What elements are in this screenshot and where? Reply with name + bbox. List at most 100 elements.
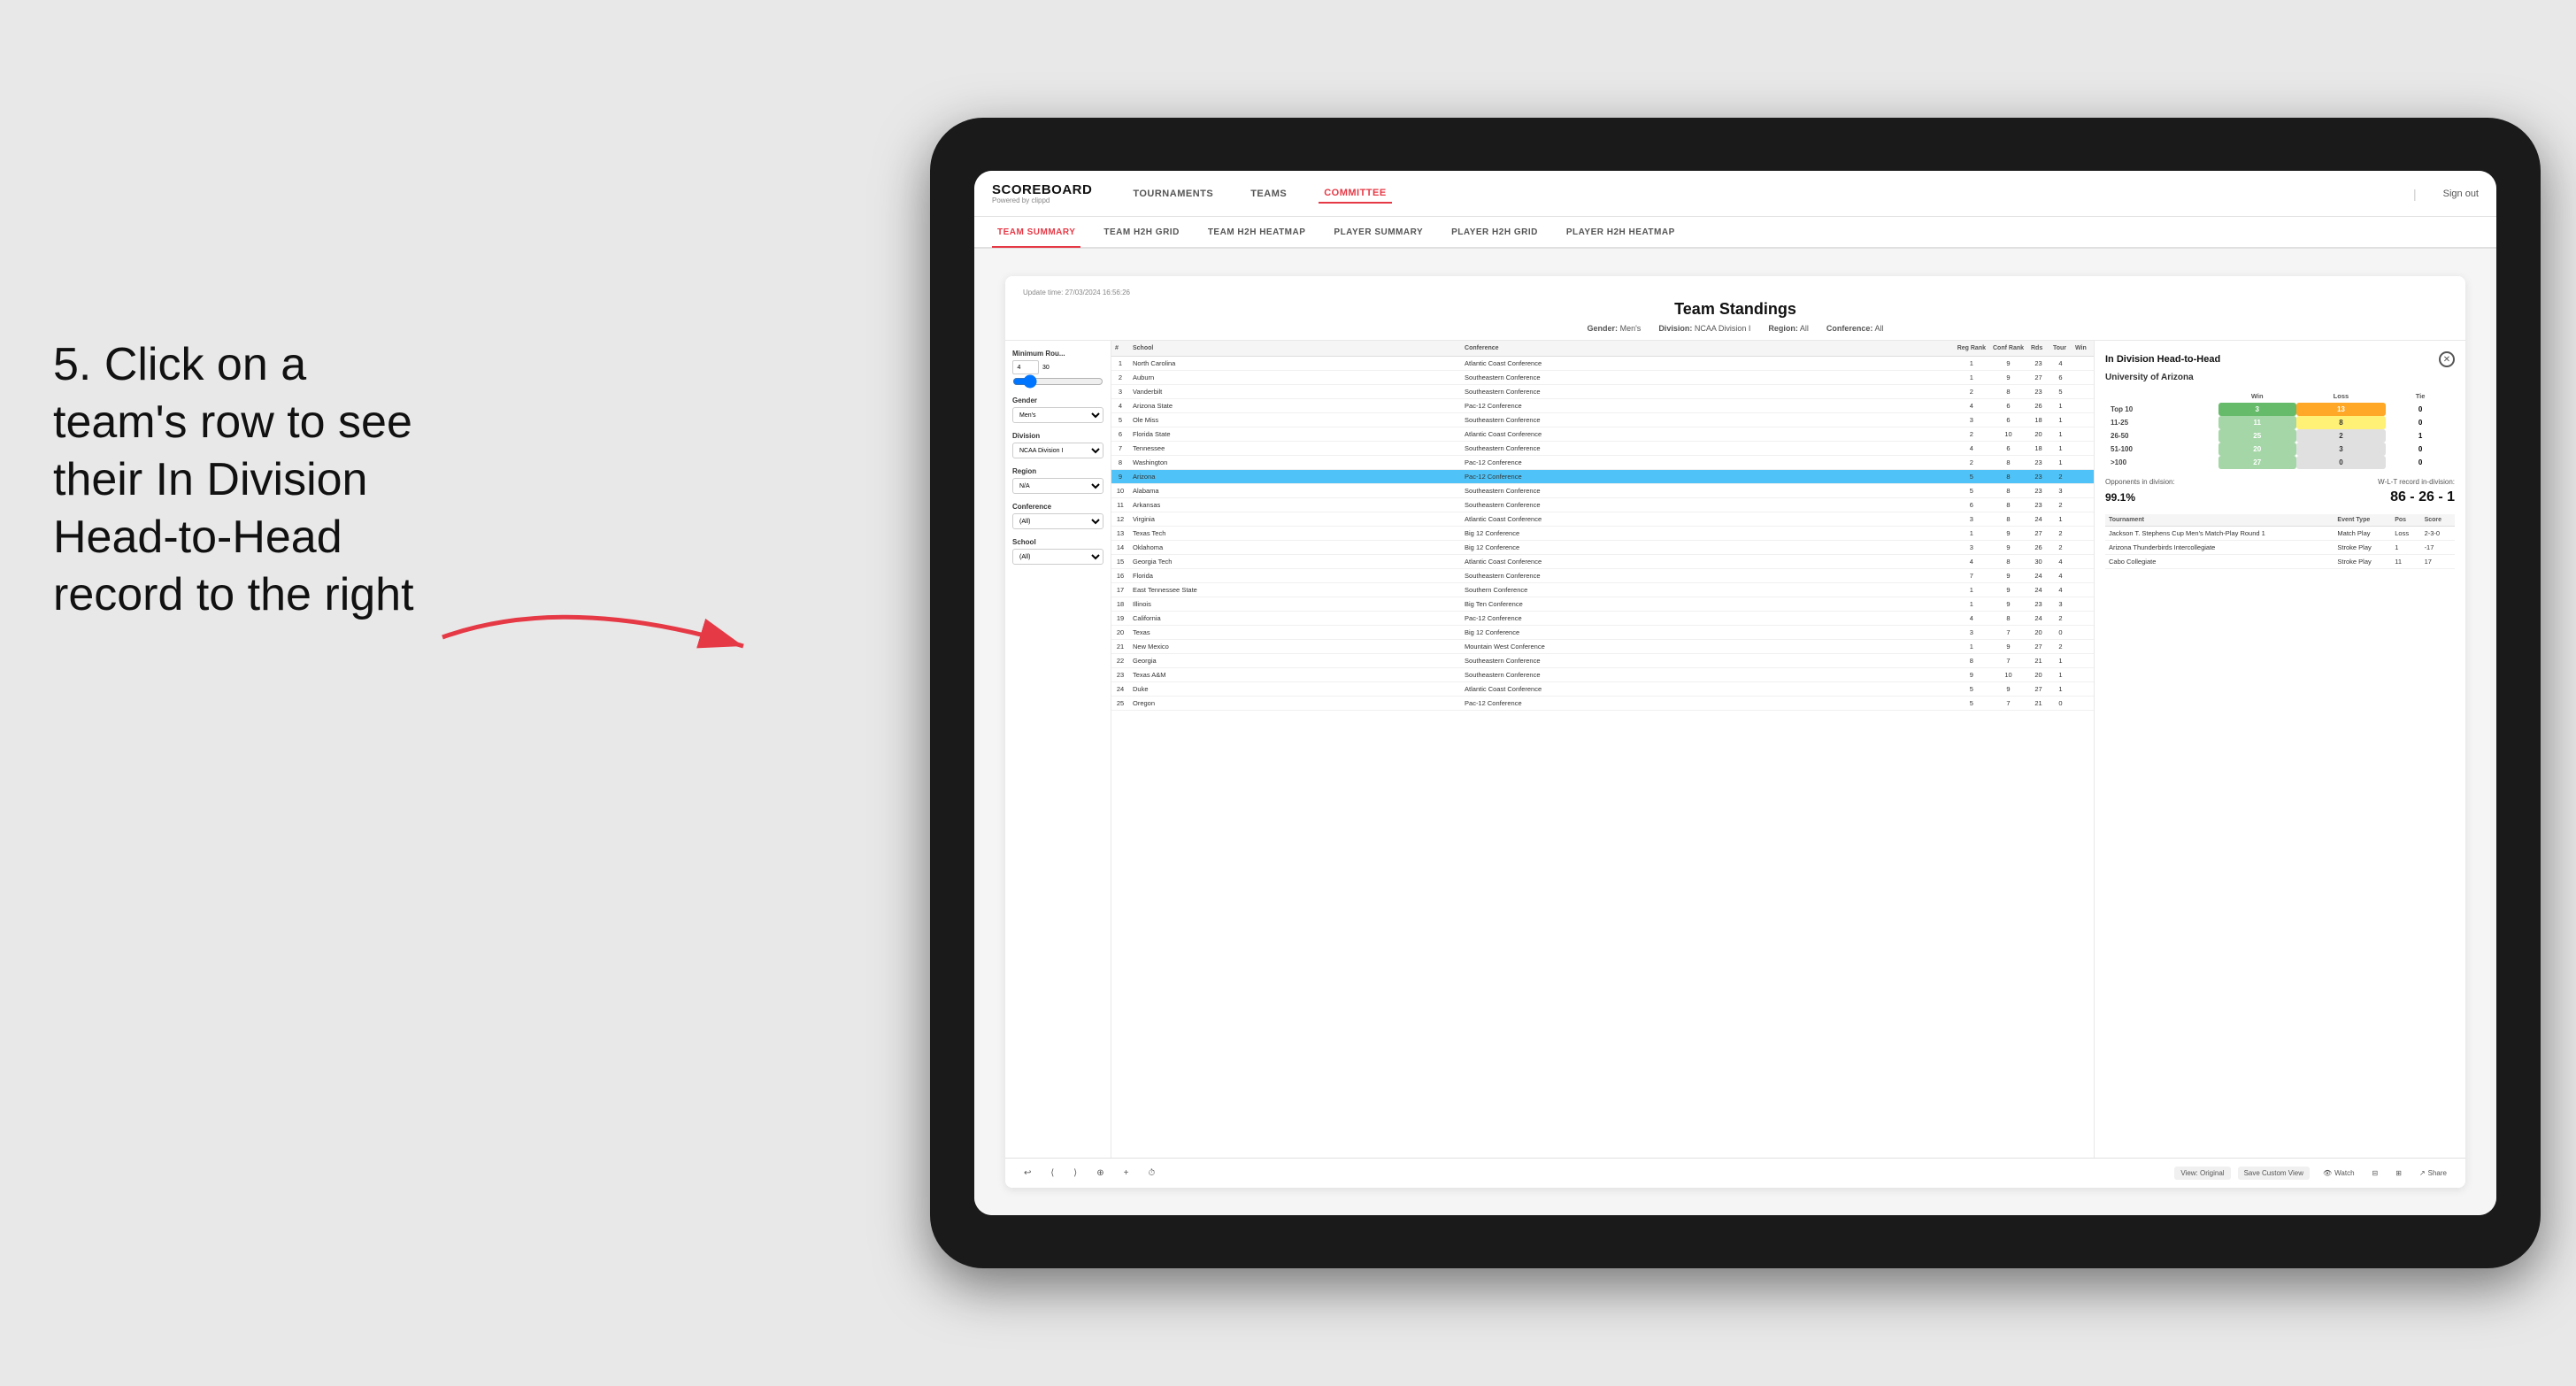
sub-nav-player-h2h-grid[interactable]: PLAYER H2H GRID (1446, 217, 1543, 247)
update-time: Update time: 27/03/2024 16:56:26 (1023, 289, 2448, 296)
sub-nav-player-h2h-heatmap[interactable]: PLAYER H2H HEATMAP (1561, 217, 1680, 247)
table-row[interactable]: 10 Alabama Southeastern Conference 5 8 2… (1111, 484, 2094, 498)
table-row[interactable]: 20 Texas Big 12 Conference 3 7 20 0 (1111, 626, 2094, 640)
sub-nav-player-summary[interactable]: PLAYER SUMMARY (1328, 217, 1428, 247)
save-custom-label: Save Custom View (2244, 1169, 2303, 1177)
h2h-breakdown-table: Win Loss Tie Top 10 3 13 0 11-25 11 8 (2105, 389, 2455, 469)
min-rounds-slider[interactable] (1012, 377, 1103, 386)
panel-body: Minimum Rou... 30 Gender Men's (1005, 341, 2465, 1158)
annotation-text: 5. Click on a team's row to see their In… (53, 336, 425, 624)
table-row[interactable]: 5 Ole Miss Southeastern Conference 3 6 1… (1111, 413, 2094, 427)
table-row[interactable]: 15 Georgia Tech Atlantic Coast Conferenc… (1111, 555, 2094, 569)
table-row[interactable]: 19 California Pac-12 Conference 4 8 24 2 (1111, 612, 2094, 626)
add-button[interactable]: + (1118, 1166, 1135, 1181)
gender-select[interactable]: Men's (1012, 407, 1103, 423)
watch-button[interactable]: 👁 Watch (2317, 1167, 2361, 1180)
share-button[interactable]: ↗ Share (2413, 1167, 2453, 1180)
table-row[interactable]: 16 Florida Southeastern Conference 7 9 2… (1111, 569, 2094, 583)
clock-button[interactable]: ⏱ (1142, 1166, 1161, 1181)
table-row[interactable]: 14 Oklahoma Big 12 Conference 3 9 26 2 (1111, 541, 2094, 555)
wlt-label: W-L-T record in-division: (2378, 478, 2455, 486)
col-reg-rank: Reg Rank (1954, 341, 1989, 357)
col-school: School (1129, 341, 1461, 357)
t-col-type: Event Type (2334, 514, 2391, 527)
table-row[interactable]: 22 Georgia Southeastern Conference 8 7 2… (1111, 654, 2094, 668)
panel-header: Update time: 27/03/2024 16:56:26 Team St… (1005, 276, 2465, 341)
table-row[interactable]: 12 Virginia Atlantic Coast Conference 3 … (1111, 512, 2094, 527)
h2h-col-tie: Tie (2386, 389, 2455, 403)
table-row[interactable]: 6 Florida State Atlantic Coast Conferenc… (1111, 427, 2094, 442)
nav-teams[interactable]: TEAMS (1245, 185, 1292, 203)
opponents-pct-value: 99.1% (2105, 491, 2135, 504)
wlt-value: 86 - 26 - 1 (2390, 489, 2455, 505)
table-row[interactable]: 13 Texas Tech Big 12 Conference 1 9 27 2 (1111, 527, 2094, 541)
sign-out-link[interactable]: Sign out (2443, 189, 2479, 199)
col-rank: # (1111, 341, 1129, 357)
h2h-row: 26-50 25 2 1 (2105, 429, 2455, 443)
table-row[interactable]: 2 Auburn Southeastern Conference 1 9 27 … (1111, 371, 2094, 385)
table-row[interactable]: 3 Vanderbilt Southeastern Conference 2 8… (1111, 385, 2094, 399)
more-options-button[interactable]: ⊟ (2366, 1167, 2385, 1180)
h2h-col-loss: Loss (2296, 389, 2386, 403)
table-row[interactable]: 24 Duke Atlantic Coast Conference 5 9 27… (1111, 682, 2094, 697)
t-col-score: Score (2421, 514, 2455, 527)
table-row[interactable]: 9 Arizona Pac-12 Conference 5 8 23 2 (1111, 470, 2094, 484)
sub-nav-team-summary[interactable]: TEAM SUMMARY (992, 218, 1080, 248)
nav-committee[interactable]: COMMITTEE (1319, 184, 1392, 204)
region-select[interactable]: N/A (1012, 478, 1103, 494)
outer-container: 5. Click on a team's row to see their In… (0, 0, 2576, 1386)
conference-filter-display: Conference: All (1826, 324, 1884, 333)
tournament-row: Jackson T. Stephens Cup Men's Match-Play… (2105, 527, 2455, 541)
standings-table: # School Conference Reg Rank Conf Rank R… (1111, 341, 2094, 711)
logo-area: SCOREBOARD Powered by clippd (992, 183, 1092, 204)
col-tour: Tour (2049, 341, 2072, 357)
school-select[interactable]: (All) (1012, 549, 1103, 565)
h2h-row: >100 27 0 0 (2105, 456, 2455, 469)
content-panel: Update time: 27/03/2024 16:56:26 Team St… (1005, 276, 2465, 1188)
min-rounds-group: Minimum Rou... 30 (1012, 350, 1103, 388)
t-col-tournament: Tournament (2105, 514, 2334, 527)
region-filter-display: Region: All (1768, 324, 1809, 333)
logo-title: SCOREBOARD (992, 183, 1092, 196)
school-filter-group: School (All) (1012, 538, 1103, 565)
step-back-button[interactable]: ⟨ (1044, 1166, 1060, 1181)
sub-nav-team-h2h-heatmap[interactable]: TEAM H2H HEATMAP (1203, 217, 1311, 247)
layout-button[interactable]: ⊞ (2389, 1167, 2408, 1180)
h2h-col-label (2105, 389, 2218, 403)
t-col-pos: Pos (2391, 514, 2420, 527)
division-select[interactable]: NCAA Division I (1012, 443, 1103, 458)
copy-button[interactable]: ⊕ (1090, 1166, 1110, 1181)
sub-nav-team-h2h-grid[interactable]: TEAM H2H GRID (1098, 217, 1184, 247)
h2h-team-name: University of Arizona (2105, 373, 2455, 382)
opponents-label: Opponents in division: (2105, 478, 2175, 486)
undo-button[interactable]: ↩ (1018, 1166, 1037, 1181)
undo-icon: ↩ (1024, 1168, 1031, 1178)
conference-select[interactable]: (All) (1012, 513, 1103, 529)
nav-tournaments[interactable]: TOURNAMENTS (1127, 185, 1219, 203)
step-forward-button[interactable]: ⟩ (1067, 1166, 1083, 1181)
tournament-table: Tournament Event Type Pos Score Jackson … (2105, 514, 2455, 569)
table-row[interactable]: 4 Arizona State Pac-12 Conference 4 6 26… (1111, 399, 2094, 413)
table-row[interactable]: 21 New Mexico Mountain West Conference 1… (1111, 640, 2094, 654)
table-row[interactable]: 8 Washington Pac-12 Conference 2 8 23 1 (1111, 456, 2094, 470)
table-header-row: # School Conference Reg Rank Conf Rank R… (1111, 341, 2094, 357)
division-filter-display: Division: NCAA Division I (1658, 324, 1750, 333)
table-row[interactable]: 25 Oregon Pac-12 Conference 5 7 21 0 (1111, 697, 2094, 711)
sub-nav: TEAM SUMMARY TEAM H2H GRID TEAM H2H HEAT… (974, 217, 2496, 249)
h2h-row: Top 10 3 13 0 (2105, 403, 2455, 416)
close-button[interactable]: ✕ (2439, 351, 2455, 367)
view-original-button[interactable]: View: Original (2174, 1167, 2230, 1180)
division-filter-group: Division NCAA Division I (1012, 432, 1103, 458)
table-row[interactable]: 7 Tennessee Southeastern Conference 4 6 … (1111, 442, 2094, 456)
table-row[interactable]: 23 Texas A&M Southeastern Conference 9 1… (1111, 668, 2094, 682)
standings-table-area: # School Conference Reg Rank Conf Rank R… (1111, 341, 2094, 1158)
min-rounds-input[interactable] (1012, 360, 1039, 374)
table-row[interactable]: 18 Illinois Big Ten Conference 1 9 23 3 (1111, 597, 2094, 612)
save-custom-button[interactable]: Save Custom View (2238, 1167, 2310, 1180)
tablet-screen: SCOREBOARD Powered by clippd TOURNAMENTS… (974, 171, 2496, 1215)
tablet-device: SCOREBOARD Powered by clippd TOURNAMENTS… (930, 118, 2541, 1268)
table-row[interactable]: 1 North Carolina Atlantic Coast Conferen… (1111, 357, 2094, 371)
table-row[interactable]: 11 Arkansas Southeastern Conference 6 8 … (1111, 498, 2094, 512)
logo-subtitle: Powered by clippd (992, 196, 1092, 204)
table-row[interactable]: 17 East Tennessee State Southern Confere… (1111, 583, 2094, 597)
